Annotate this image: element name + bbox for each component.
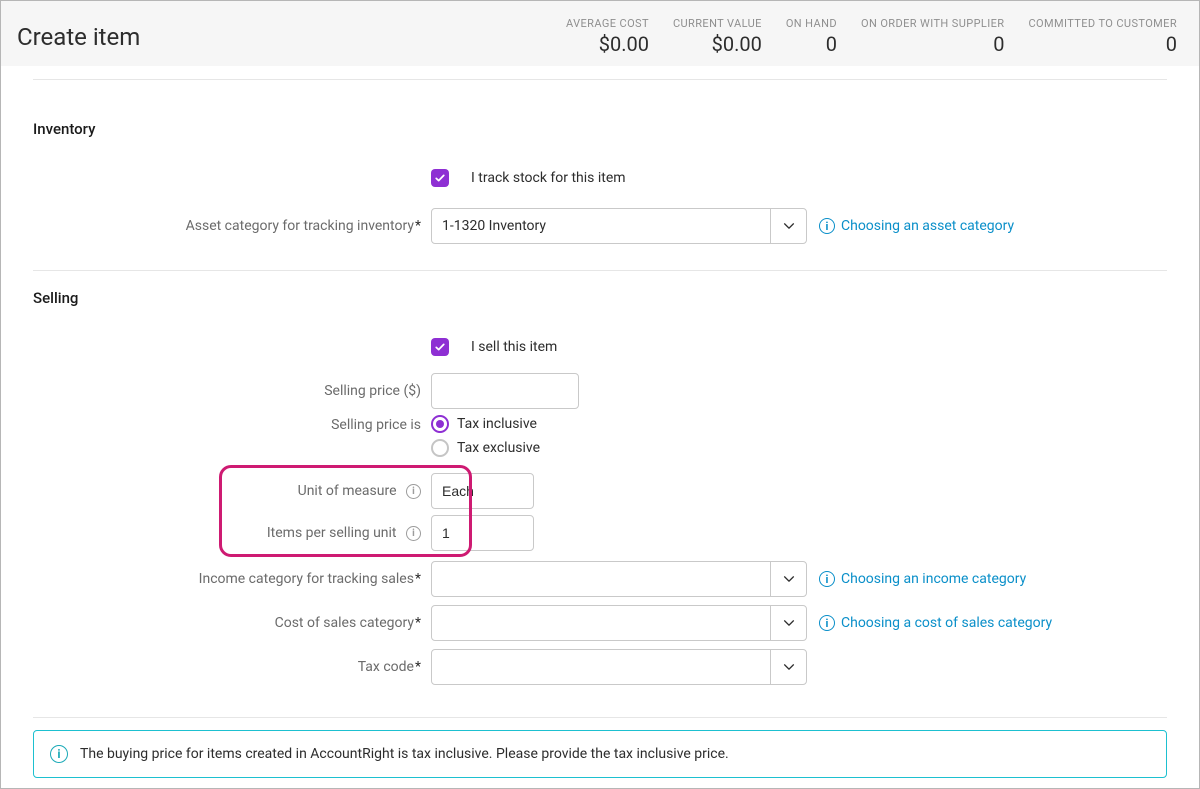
selling-price-label: Selling price ($) [324, 383, 421, 399]
stat-label: AVERAGE COST [566, 17, 649, 30]
stat-value: 0 [1028, 32, 1177, 56]
info-icon: i [819, 218, 835, 234]
track-stock-label: I track stock for this item [471, 170, 626, 186]
items-per-selling-unit-input[interactable] [431, 515, 534, 551]
page-header: Create item AVERAGE COST $0.00 CURRENT V… [1, 1, 1199, 67]
info-icon[interactable]: i [406, 526, 421, 541]
help-link-text: Choosing a cost of sales category [841, 615, 1052, 631]
stat-label: COMMITTED TO CUSTOMER [1028, 17, 1177, 30]
section-title-selling: Selling [33, 289, 1167, 307]
stat-value: $0.00 [673, 32, 762, 56]
asset-category-label: Asset category for tracking inventory [186, 218, 414, 234]
check-icon [434, 172, 446, 184]
info-icon: i [50, 745, 68, 763]
check-icon [434, 341, 446, 353]
cost-of-sales-label: Cost of sales category [275, 615, 414, 631]
stat-on-hand: ON HAND 0 [786, 17, 837, 56]
radio-icon [431, 415, 449, 433]
items-per-selling-unit-label: Items per selling unit [267, 525, 397, 541]
info-icon: i [819, 571, 835, 587]
stat-average-cost: AVERAGE COST $0.00 [566, 17, 649, 56]
cost-of-sales-select[interactable] [431, 605, 807, 641]
chevron-down-icon [770, 209, 806, 243]
radio-label: Tax exclusive [457, 440, 540, 456]
selling-price-input[interactable] [431, 373, 579, 409]
radio-label: Tax inclusive [457, 416, 537, 432]
stat-committed: COMMITTED TO CUSTOMER 0 [1028, 17, 1177, 56]
stat-on-order: ON ORDER WITH SUPPLIER 0 [861, 17, 1005, 56]
stat-value: 0 [861, 32, 1005, 56]
header-stats: AVERAGE COST $0.00 CURRENT VALUE $0.00 O… [566, 17, 1177, 56]
tax-code-select[interactable] [431, 649, 807, 685]
help-link-text: Choosing an income category [841, 571, 1026, 587]
page-title: Create item [17, 23, 140, 51]
asset-category-select[interactable]: 1-1320 Inventory [431, 208, 807, 244]
unit-of-measure-input[interactable] [431, 473, 534, 509]
alert-text: The buying price for items created in Ac… [80, 746, 729, 762]
track-stock-checkbox[interactable] [431, 169, 449, 187]
tax-code-label: Tax code [358, 659, 414, 675]
income-category-help-link[interactable]: i Choosing an income category [819, 571, 1026, 587]
section-title-inventory: Inventory [33, 120, 1167, 138]
income-category-label: Income category for tracking sales [199, 571, 414, 587]
asset-category-help-link[interactable]: i Choosing an asset category [819, 218, 1014, 234]
stat-current-value: CURRENT VALUE $0.00 [673, 17, 762, 56]
sell-item-label: I sell this item [471, 339, 557, 355]
info-alert: i The buying price for items created in … [33, 730, 1167, 778]
cost-of-sales-help-link[interactable]: i Choosing a cost of sales category [819, 615, 1052, 631]
asset-category-value: 1-1320 Inventory [442, 218, 546, 234]
info-icon[interactable]: i [406, 484, 421, 499]
chevron-down-icon [770, 562, 806, 596]
chevron-down-icon [770, 606, 806, 640]
radio-tax-exclusive[interactable]: Tax exclusive [431, 439, 540, 457]
selling-price-is-label: Selling price is [331, 417, 421, 433]
sell-item-checkbox[interactable] [431, 338, 449, 356]
content-area: Inventory I track stock for this item As… [1, 67, 1199, 789]
help-link-text: Choosing an asset category [841, 218, 1014, 234]
info-icon: i [819, 615, 835, 631]
stat-label: CURRENT VALUE [673, 17, 762, 30]
income-category-select[interactable] [431, 561, 807, 597]
stat-value: $0.00 [566, 32, 649, 56]
radio-tax-inclusive[interactable]: Tax inclusive [431, 415, 540, 433]
stat-label: ON ORDER WITH SUPPLIER [861, 17, 1005, 30]
unit-of-measure-label: Unit of measure [298, 483, 397, 499]
stat-value: 0 [786, 32, 837, 56]
stat-label: ON HAND [786, 17, 837, 30]
radio-icon [431, 439, 449, 457]
chevron-down-icon [770, 650, 806, 684]
